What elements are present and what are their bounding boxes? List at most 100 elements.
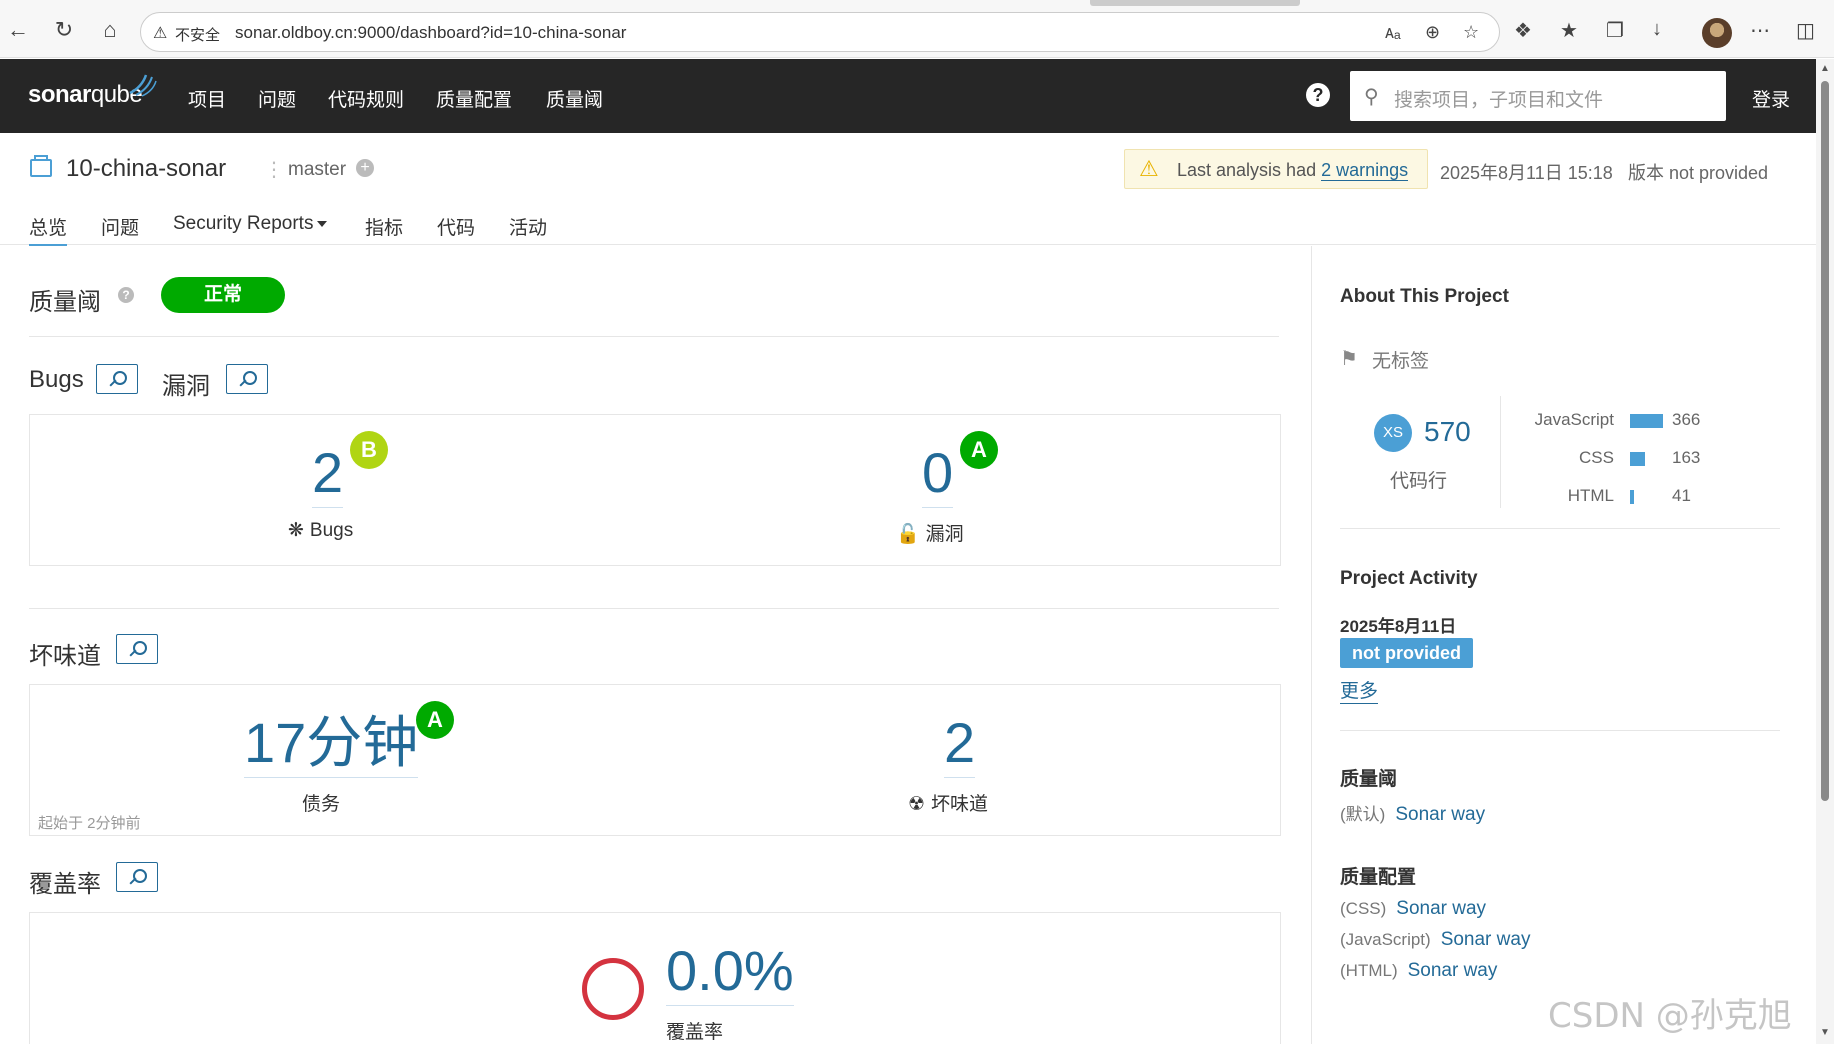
maintainability-card: 17分钟 A 债务 起始于 2分钟前 2 ☢ 坏味道 xyxy=(29,684,1281,836)
bug-icon: ❋ xyxy=(288,520,304,541)
profile-link[interactable]: Sonar way xyxy=(1408,960,1498,981)
branch-icon: ⋮ xyxy=(264,159,284,181)
download-icon[interactable]: ↓ xyxy=(1652,18,1662,41)
nav-rules[interactable]: 代码规则 xyxy=(328,85,404,112)
tab-issues[interactable]: 问题 xyxy=(101,213,139,240)
quality-gate-link[interactable]: Sonar way xyxy=(1395,804,1485,825)
logo-text-sonar: sonar xyxy=(28,81,91,108)
code-smells-label-text: 坏味道 xyxy=(931,794,989,815)
project-name[interactable]: 10-china-sonar xyxy=(66,155,226,183)
more-options-icon[interactable]: ⋯ xyxy=(1750,18,1770,43)
scrollbar-thumb[interactable] xyxy=(1821,81,1829,801)
branch-name[interactable]: master xyxy=(288,159,346,181)
tab-activity[interactable]: 活动 xyxy=(509,213,547,240)
search-icon: ⚲ xyxy=(1364,86,1379,108)
language-name: JavaScript xyxy=(1534,410,1614,429)
tab-measures[interactable]: 指标 xyxy=(365,213,403,240)
vulnerabilities-count[interactable]: 0 xyxy=(922,445,954,508)
lines-of-code-value[interactable]: 570 xyxy=(1424,416,1471,448)
home-icon[interactable]: ⌂ xyxy=(96,16,124,44)
unlock-icon: 🔓 xyxy=(896,524,920,545)
scroll-down-icon[interactable]: ▼ xyxy=(1820,1027,1830,1038)
browser-toolbar: ← ↻ ⌂ ⚠ 不安全 sonar.oldboy.cn:9000/dashboa… xyxy=(0,0,1834,58)
quality-gate-help-icon[interactable]: ? xyxy=(118,287,134,303)
read-aloud-icon[interactable]: ᴀₐ xyxy=(1385,22,1401,43)
code-smells-drilldown-button[interactable] xyxy=(116,634,158,664)
technical-debt-value[interactable]: 17分钟 xyxy=(244,715,419,778)
activity-date: 2025年8月11日 xyxy=(1340,617,1457,636)
activity-more-link[interactable]: 更多 xyxy=(1340,681,1379,704)
radiation-icon: ☢ xyxy=(908,794,926,815)
branch-add-icon[interactable]: + xyxy=(356,159,374,177)
language-lines: 163 xyxy=(1672,448,1701,467)
insecure-label: 不安全 xyxy=(175,27,221,44)
warnings-link[interactable]: 2 warnings xyxy=(1321,160,1409,181)
language-bar xyxy=(1630,490,1634,504)
extensions-icon[interactable]: ❖ xyxy=(1514,18,1532,43)
search-input[interactable]: ⚲ 搜索项目，子项目和文件 xyxy=(1350,71,1726,121)
code-smells-count[interactable]: 2 xyxy=(944,715,976,778)
address-bar[interactable]: ⚠ 不安全 sonar.oldboy.cn:9000/dashboard?id=… xyxy=(140,12,1500,52)
back-icon[interactable]: ← xyxy=(4,16,32,44)
nav-projects[interactable]: 项目 xyxy=(188,85,226,112)
scroll-up-icon[interactable]: ▲ xyxy=(1820,63,1830,74)
vulnerabilities-drilldown-button[interactable] xyxy=(226,364,268,394)
activity-version-badge: not provided xyxy=(1340,638,1473,668)
vertical-divider xyxy=(1500,396,1501,508)
project-tags[interactable]: 无标签 xyxy=(1372,346,1429,373)
bugs-label: ❋ Bugs xyxy=(288,519,353,542)
analysis-warning-banner: ⚠ Last analysis had 2 warnings xyxy=(1124,149,1428,189)
search-placeholder: 搜索项目，子项目和文件 xyxy=(1394,90,1604,111)
coverage-donut xyxy=(582,958,644,1020)
project-sidebar: About This Project ⚑ 无标签 XS 570 代码行 Java… xyxy=(1311,246,1816,1044)
profile-avatar[interactable] xyxy=(1702,18,1732,48)
page-scrollbar[interactable]: ▲ ▼ xyxy=(1816,59,1834,1044)
logo-wave-icon xyxy=(129,74,157,97)
nav-quality-gates[interactable]: 质量阈 xyxy=(546,85,603,112)
vulnerabilities-label: 🔓 漏洞 xyxy=(896,519,964,546)
nav-issues[interactable]: 问题 xyxy=(258,85,296,112)
bugs-label-text: Bugs xyxy=(309,520,354,541)
coverage-card: 0.0% 覆盖率 xyxy=(29,912,1281,1044)
tab-code[interactable]: 代码 xyxy=(437,213,475,240)
profile-link[interactable]: Sonar way xyxy=(1441,929,1531,950)
coverage-label: 覆盖率 xyxy=(666,1022,724,1043)
nav-quality-profiles[interactable]: 质量配置 xyxy=(436,85,512,112)
project-version: 版本 not provided xyxy=(1628,163,1769,183)
about-title: About This Project xyxy=(1340,286,1509,307)
bugs-rating[interactable]: B xyxy=(350,431,388,469)
profile-language: (JavaScript) xyxy=(1340,930,1431,949)
coverage-drilldown-button[interactable] xyxy=(116,862,158,892)
sonarqube-logo[interactable]: sonarqube xyxy=(28,81,143,109)
sidebar-toggle-icon[interactable]: ◫ xyxy=(1796,18,1815,43)
analysis-date: 2025年8月11日 15:18 xyxy=(1440,163,1613,183)
collections-icon[interactable]: ❐ xyxy=(1606,18,1624,43)
bugs-count[interactable]: 2 xyxy=(312,445,344,508)
favorite-star-icon[interactable]: ☆ xyxy=(1463,22,1479,43)
favorites-icon[interactable]: ★ xyxy=(1560,18,1578,43)
reload-icon[interactable]: ↻ xyxy=(50,16,78,44)
quality-profile-row: (JavaScript) Sonar way xyxy=(1340,929,1530,951)
divider xyxy=(29,608,1279,609)
url-text[interactable]: sonar.oldboy.cn:9000/dashboard?id=10-chi… xyxy=(235,23,626,43)
maintainability-rating[interactable]: A xyxy=(416,701,454,739)
sidebar-quality-gate-title: 质量阈 xyxy=(1340,769,1398,790)
coverage-value[interactable]: 0.0% xyxy=(666,943,794,1006)
zoom-icon[interactable]: ⊕ xyxy=(1425,22,1440,43)
warning-icon: ⚠ xyxy=(1139,156,1159,181)
bugs-drilldown-button[interactable] xyxy=(96,364,138,394)
project-icon xyxy=(30,155,52,177)
profile-link[interactable]: Sonar way xyxy=(1396,898,1486,919)
quality-profiles-title: 质量配置 xyxy=(1340,867,1417,888)
tab-security-reports[interactable]: Security Reports xyxy=(173,213,328,235)
tab-overview[interactable]: 总览 xyxy=(29,213,68,247)
vulnerabilities-rating[interactable]: A xyxy=(960,431,998,469)
language-name: CSS xyxy=(1579,448,1614,467)
help-icon[interactable]: ? xyxy=(1306,83,1330,107)
divider xyxy=(1340,528,1780,529)
quality-profile-row: (HTML) Sonar way xyxy=(1340,960,1497,982)
csdn-watermark: CSDN @孙克旭 xyxy=(1548,996,1792,1036)
quality-gate-title: 质量阈 xyxy=(29,289,101,316)
login-link[interactable]: 登录 xyxy=(1752,85,1790,112)
technical-debt-label: 债务 xyxy=(302,794,341,815)
